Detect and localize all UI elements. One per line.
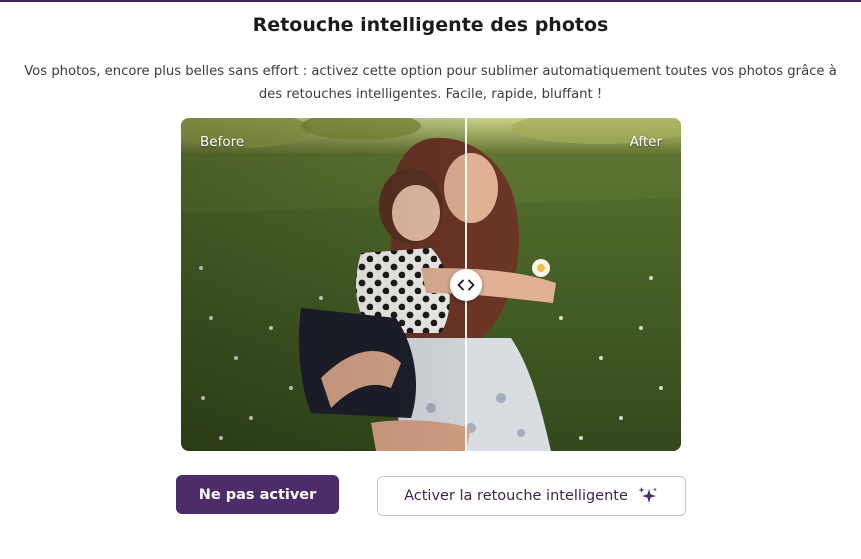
chevrons-left-right-icon bbox=[457, 279, 475, 291]
sparkles-icon bbox=[637, 486, 659, 506]
top-border bbox=[0, 0, 861, 2]
activate-button-label: Activer la retouche intelligente bbox=[404, 488, 628, 504]
before-label: Before bbox=[200, 134, 245, 150]
comparison-slider-handle[interactable] bbox=[450, 269, 482, 301]
dialog-title: Retouche intelligente des photos bbox=[252, 14, 609, 36]
comparison-photo bbox=[181, 118, 681, 451]
after-label: After bbox=[629, 134, 662, 150]
activate-smart-retouch-button[interactable]: Activer la retouche intelligente bbox=[377, 476, 686, 516]
decline-button-label: Ne pas activer bbox=[198, 486, 317, 503]
dialog-description: Vos photos, encore plus belles sans effo… bbox=[24, 64, 837, 102]
decline-button[interactable]: Ne pas activer bbox=[176, 475, 339, 514]
before-after-comparison[interactable]: Before After bbox=[181, 118, 681, 451]
